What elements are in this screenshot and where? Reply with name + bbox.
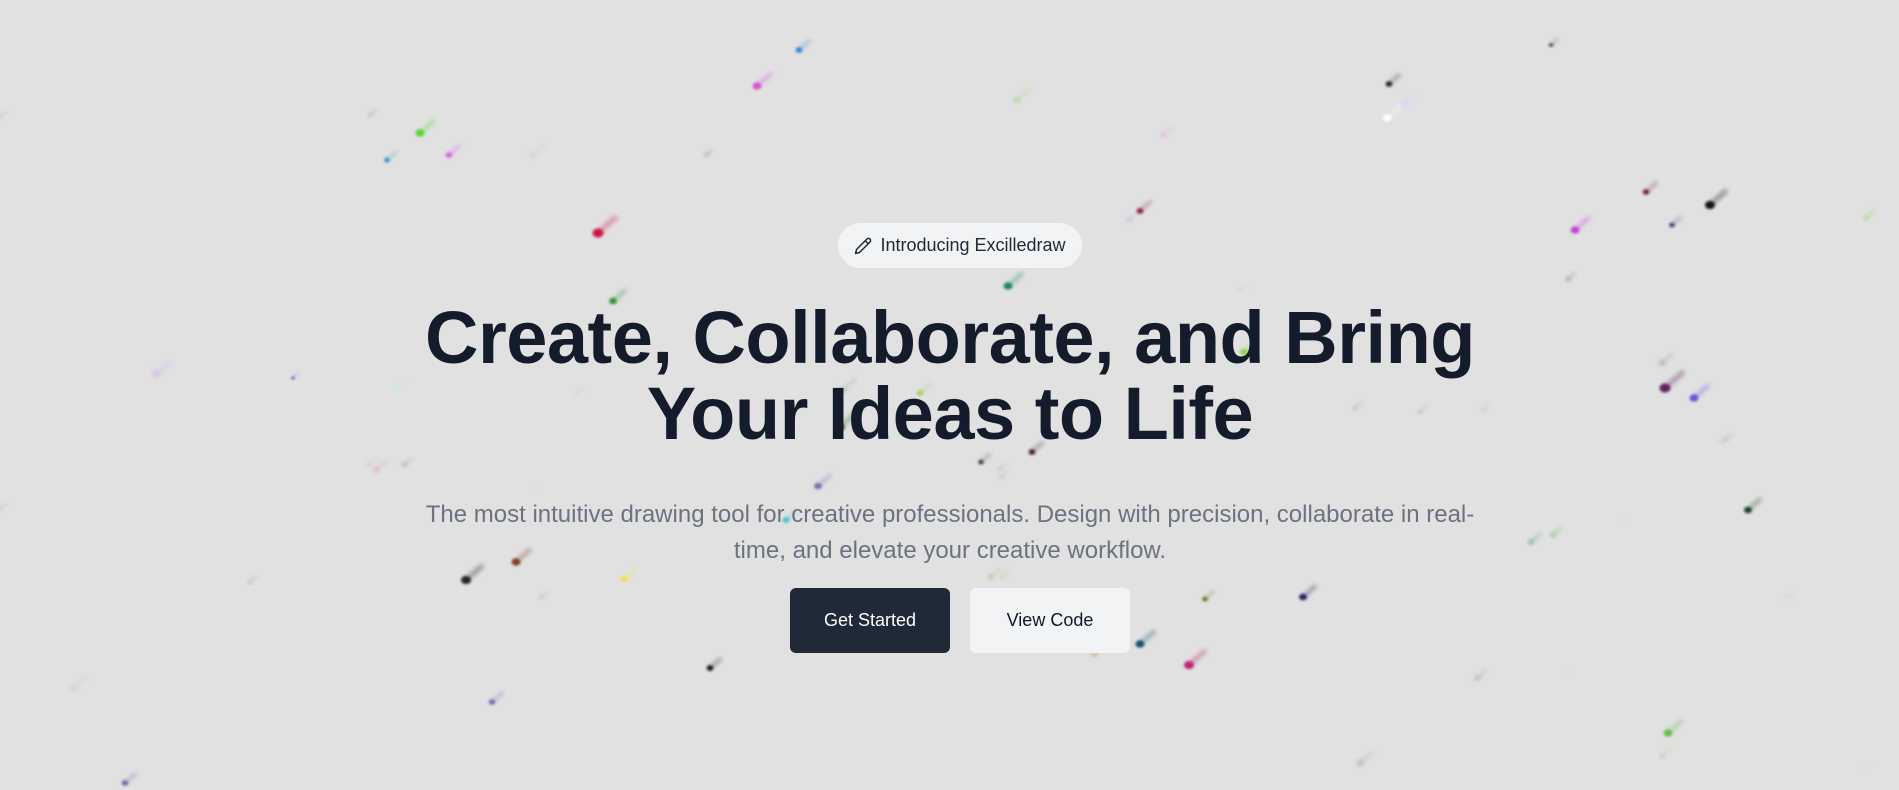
headline-line-2: Your Ideas to Life bbox=[646, 372, 1254, 455]
get-started-button[interactable]: Get Started bbox=[790, 588, 950, 653]
subtitle-line-1: The most intuitive drawing tool for crea… bbox=[425, 501, 1475, 528]
pencil-icon bbox=[854, 237, 872, 255]
subtitle-line-2: time, and elevate your creative workflow… bbox=[733, 537, 1167, 564]
view-code-button[interactable]: View Code bbox=[970, 588, 1130, 653]
intro-badge-label: Introducing Excilledraw bbox=[880, 235, 1066, 255]
hero-subtitle: The most intuitive drawing tool for crea… bbox=[400, 497, 1500, 569]
intro-badge[interactable]: Introducing Excilledraw bbox=[838, 223, 1082, 268]
headline-line-1: Create, Collaborate, and Bring bbox=[425, 296, 1475, 379]
hero-section: Introducing Excilledraw Create, Collabor… bbox=[0, 0, 1899, 790]
hero-headline: Create, Collaborate, and Bring Your Idea… bbox=[350, 300, 1550, 452]
